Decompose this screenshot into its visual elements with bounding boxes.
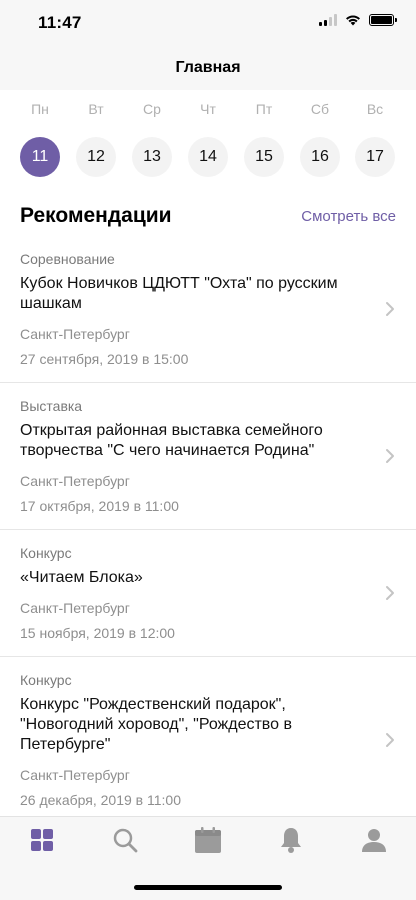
event-card[interactable]: Соревнование Кубок Новичков ЦДЮТТ "Охта"… — [0, 236, 416, 383]
event-title: «Читаем Блока» — [20, 569, 143, 586]
see-all-link[interactable]: Смотреть все — [301, 208, 396, 225]
event-card[interactable]: Конкурс «Читаем Блока» Санкт-Петербург 1… — [0, 530, 416, 657]
weekday-label: Пт — [255, 101, 273, 117]
weekday-labels: Пн Вт Ср Чт Пт Сб Вс — [0, 101, 416, 121]
date-button[interactable]: 11 — [20, 137, 60, 177]
event-card[interactable]: Выставка Открытая районная выставка семе… — [0, 383, 416, 530]
event-date: 26 декабря, 2019 в 11:00 — [20, 792, 181, 808]
event-category: Соревнование — [20, 251, 115, 267]
date-picker: 11 12 13 14 15 16 17 — [0, 137, 416, 179]
date-button[interactable]: 14 — [188, 137, 228, 177]
cellular-signal-icon — [319, 14, 337, 26]
status-icons — [319, 14, 397, 26]
search-icon — [113, 828, 138, 853]
event-category: Конкурс — [20, 672, 72, 688]
chevron-right-icon — [386, 449, 394, 463]
event-date: 27 сентября, 2019 в 15:00 — [20, 351, 189, 367]
event-title: Конкурс "Рождественский подарок", "Новог… — [20, 696, 292, 753]
calendar-icon — [195, 827, 221, 853]
event-date: 17 октября, 2019 в 11:00 — [20, 498, 179, 514]
tab-home[interactable] — [22, 825, 62, 855]
date-button[interactable]: 16 — [300, 137, 340, 177]
date-button[interactable]: 12 — [76, 137, 116, 177]
event-city: Санкт-Петербург — [20, 767, 130, 783]
chevron-right-icon — [386, 586, 394, 600]
home-indicator — [134, 885, 282, 890]
weekday-label: Вс — [366, 101, 384, 117]
event-date: 15 ноября, 2019 в 12:00 — [20, 625, 175, 641]
chevron-right-icon — [386, 302, 394, 316]
event-category: Конкурс — [20, 545, 72, 561]
event-title: Открытая районная выставка семейного тво… — [20, 422, 323, 459]
tab-profile[interactable] — [354, 825, 394, 855]
weekday-label: Пн — [31, 101, 49, 117]
page-title: Главная — [175, 59, 241, 76]
battery-icon — [369, 14, 397, 26]
status-bar: 11:47 — [0, 0, 416, 46]
section-title: Рекомендации — [20, 204, 172, 227]
tab-notifications[interactable] — [271, 825, 311, 855]
tab-calendar[interactable] — [188, 825, 228, 855]
event-city: Санкт-Петербург — [20, 600, 130, 616]
profile-icon — [362, 829, 386, 852]
weekday-label: Ср — [143, 101, 161, 117]
bell-icon — [281, 828, 301, 853]
navigation-bar: Главная — [0, 46, 416, 90]
chevron-right-icon — [386, 733, 394, 747]
date-button[interactable]: 13 — [132, 137, 172, 177]
event-card[interactable]: Конкурс Конкурс "Рождественский подарок"… — [0, 657, 416, 823]
weekday-label: Чт — [200, 101, 216, 117]
event-city: Санкт-Петербург — [20, 326, 130, 342]
date-button[interactable]: 17 — [355, 137, 395, 177]
weekday-label: Вт — [88, 101, 104, 117]
grid-icon — [31, 829, 53, 851]
event-category: Выставка — [20, 398, 83, 414]
weekday-label: Сб — [310, 101, 330, 117]
event-city: Санкт-Петербург — [20, 473, 130, 489]
tab-search[interactable] — [105, 825, 145, 855]
event-list: Соревнование Кубок Новичков ЦДЮТТ "Охта"… — [0, 236, 416, 823]
status-time: 11:47 — [38, 13, 82, 32]
wifi-icon — [346, 15, 360, 26]
event-title: Кубок Новичков ЦДЮТТ "Охта" по русским ш… — [20, 275, 338, 312]
date-button[interactable]: 15 — [244, 137, 284, 177]
